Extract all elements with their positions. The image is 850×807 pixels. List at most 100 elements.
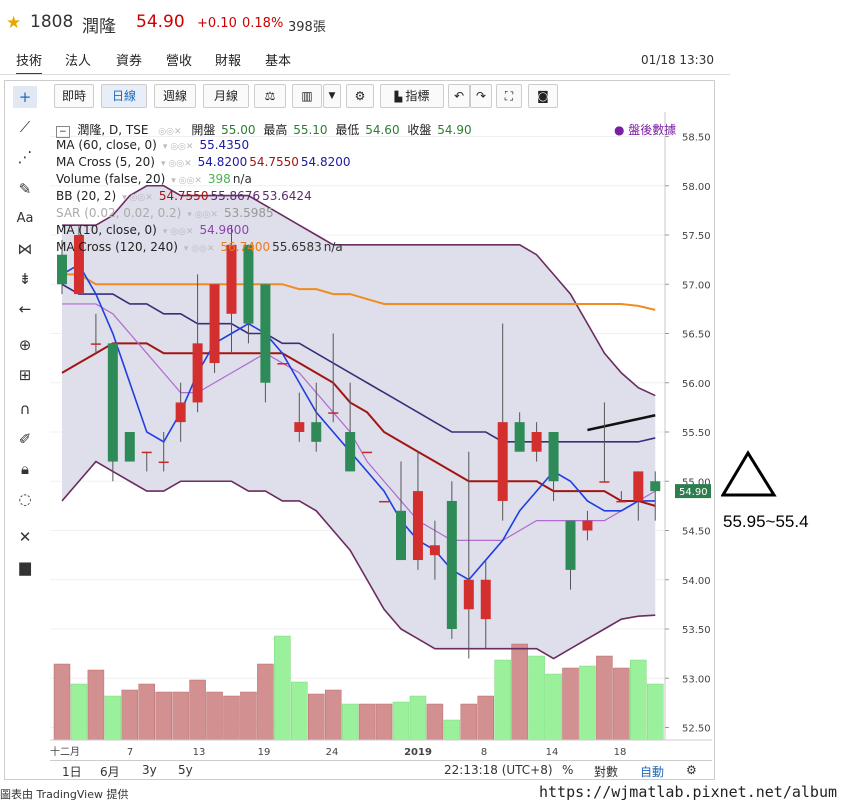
candle-body xyxy=(141,451,152,454)
legend-row-controls-icon[interactable]: ▾ ◎◎✕ xyxy=(122,193,153,203)
tab-institutional[interactable]: 法人 xyxy=(65,50,91,69)
datetime: 01/18 13:30 xyxy=(641,53,714,67)
range-6m[interactable]: 6月 xyxy=(100,763,120,780)
candle-body xyxy=(107,343,118,462)
volume-bar xyxy=(545,673,562,741)
after-hours-label[interactable]: ● 盤後數據 xyxy=(614,121,676,138)
brush-icon[interactable]: ✎ xyxy=(13,178,37,200)
range-3y[interactable]: 3y xyxy=(142,763,157,777)
zoom-icon[interactable]: ⊕ xyxy=(13,334,37,356)
legend-row-value: 54.8200 xyxy=(300,155,351,169)
chevron-down-icon[interactable]: ▼ xyxy=(323,84,341,108)
legend-row-value: 55.4350 xyxy=(199,138,250,152)
arrow-left-icon[interactable]: ← xyxy=(13,298,37,320)
legend-row-controls-icon[interactable]: ▾ ◎◎✕ xyxy=(187,210,218,220)
candle-body xyxy=(446,500,457,629)
weekly-button[interactable]: 週線 xyxy=(154,84,196,108)
last-price-label: 54.90 xyxy=(679,487,708,498)
intraday-button[interactable]: 即時 xyxy=(54,84,94,108)
indicators-button[interactable]: ▙ 指標 xyxy=(380,84,444,108)
snapshot-camera-icon[interactable]: ◙ xyxy=(528,84,558,108)
legend-row: BB (20, 2) ▾ ◎◎✕ 54.7550 55.8676 53.6424 xyxy=(56,189,312,203)
volume-bar xyxy=(155,691,172,741)
legend-row-controls-icon[interactable]: ▾ ◎◎✕ xyxy=(184,244,215,254)
daily-button[interactable]: 日線 xyxy=(101,84,147,108)
candle-body xyxy=(514,422,525,452)
scale-settings-gear-icon[interactable]: ⚙ xyxy=(686,763,697,777)
legend-main: − 潤隆, D, TSE ◎◎✕ 開盤 55.00 最高 55.10 最低 54… xyxy=(56,121,472,138)
candle-body xyxy=(616,500,627,503)
trendline-icon[interactable]: ⟋ xyxy=(13,116,37,138)
volume-bar xyxy=(579,665,596,741)
crosshair-icon[interactable]: + xyxy=(13,86,37,108)
tab-margin[interactable]: 資券 xyxy=(116,50,142,69)
range-1d[interactable]: 1日 xyxy=(62,763,82,780)
volume-bar xyxy=(53,663,71,741)
pattern-icon[interactable]: ⋈ xyxy=(13,238,37,260)
collapse-icon[interactable]: − xyxy=(56,126,70,138)
legend-row-controls-icon[interactable]: ▾ ◎◎✕ xyxy=(163,227,194,237)
volume-bar xyxy=(409,695,427,741)
range-5y[interactable]: 5y xyxy=(178,763,193,777)
legend-row-name: MA (10, close, 0) xyxy=(56,223,157,237)
legend-row: MA Cross (120, 240) ▾ ◎◎✕ 56.7400 55.6583 n/… xyxy=(56,240,343,254)
hide-icon[interactable]: ◌ xyxy=(13,488,37,510)
volume-bar xyxy=(647,683,664,741)
monthly-button[interactable]: 月線 xyxy=(203,84,249,108)
tools-icon[interactable]: ✕ xyxy=(13,526,37,548)
lock-icon[interactable]: 🔒︎ xyxy=(13,458,37,480)
time-tick-label: 14 xyxy=(546,747,559,758)
low-label: 最低 xyxy=(335,123,360,137)
legend-row: MA (10, close, 0) ▾ ◎◎✕ 54.9600 xyxy=(56,223,249,237)
volume-bar xyxy=(426,703,444,741)
tab-revenue[interactable]: 營收 xyxy=(166,50,192,69)
after-hours-dot-icon: ● xyxy=(614,123,629,137)
tab-basic[interactable]: 基本 xyxy=(265,50,291,69)
volume-bar xyxy=(511,643,528,741)
measure-icon[interactable]: ⊞ xyxy=(13,364,37,386)
time-tick-label: 13 xyxy=(193,747,206,758)
candle-body xyxy=(124,432,135,462)
candle-body xyxy=(226,244,237,314)
price-tick-label: 53.50 xyxy=(682,625,711,636)
settings-gear-icon[interactable]: ⚙ xyxy=(346,84,374,108)
legend-row-controls-icon[interactable]: ▾ ◎◎✕ xyxy=(163,142,194,152)
stock-change: +0.10 xyxy=(197,16,237,31)
close-value: 54.90 xyxy=(437,123,472,137)
volume-bar xyxy=(460,703,478,741)
legend-row-controls-icon[interactable]: ▾ ◎◎✕ xyxy=(171,176,202,186)
forecast-icon[interactable]: ⇟ xyxy=(13,268,37,290)
candle-body xyxy=(328,412,339,414)
log-toggle[interactable]: 對數 xyxy=(594,763,618,780)
candle-body xyxy=(429,545,440,556)
candle-body xyxy=(396,510,406,561)
volume-bar xyxy=(138,683,155,741)
auto-toggle[interactable]: 自動 xyxy=(640,763,664,780)
candle-body xyxy=(497,422,508,501)
favorite-star-icon[interactable]: ★ xyxy=(6,13,21,33)
magnet-icon[interactable]: ∩ xyxy=(13,398,37,420)
compare-scale-icon[interactable]: ⚖ xyxy=(254,84,286,108)
legend-row: Volume (false, 20) ▾ ◎◎✕ 398 n/a xyxy=(56,172,252,186)
tab-financials[interactable]: 財報 xyxy=(215,50,241,69)
redo-icon[interactable]: ↷ xyxy=(470,84,492,108)
stay-drawing-icon[interactable]: ✐ xyxy=(13,428,37,450)
percent-toggle[interactable]: % xyxy=(562,763,573,777)
fib-icon[interactable]: ⋰ xyxy=(13,146,37,168)
trash-icon[interactable]: ▆ xyxy=(13,556,37,578)
watermark-url: https://wjmatlab.pixnet.net/album xyxy=(535,783,840,801)
candle-body xyxy=(175,402,186,423)
fullscreen-icon[interactable]: ⛶ xyxy=(496,84,522,108)
stock-change-pct: 0.18% xyxy=(242,16,284,31)
candle-type-icon[interactable]: ▥ xyxy=(292,84,322,108)
legend-controls-icon[interactable]: ◎◎✕ xyxy=(158,127,181,137)
open-value: 55.00 xyxy=(221,123,256,137)
tradingview-credit[interactable]: 圖表由 TradingView 提供 xyxy=(0,786,128,802)
candle-body xyxy=(192,343,203,403)
text-icon[interactable]: Aa xyxy=(13,208,37,230)
legend-row-controls-icon[interactable]: ▾ ◎◎✕ xyxy=(161,159,192,169)
volume-bar xyxy=(477,695,494,741)
tab-technical[interactable]: 技術 xyxy=(16,50,43,75)
undo-icon[interactable]: ↶ xyxy=(448,84,470,108)
legend-row-name: Volume (false, 20) xyxy=(56,172,166,186)
